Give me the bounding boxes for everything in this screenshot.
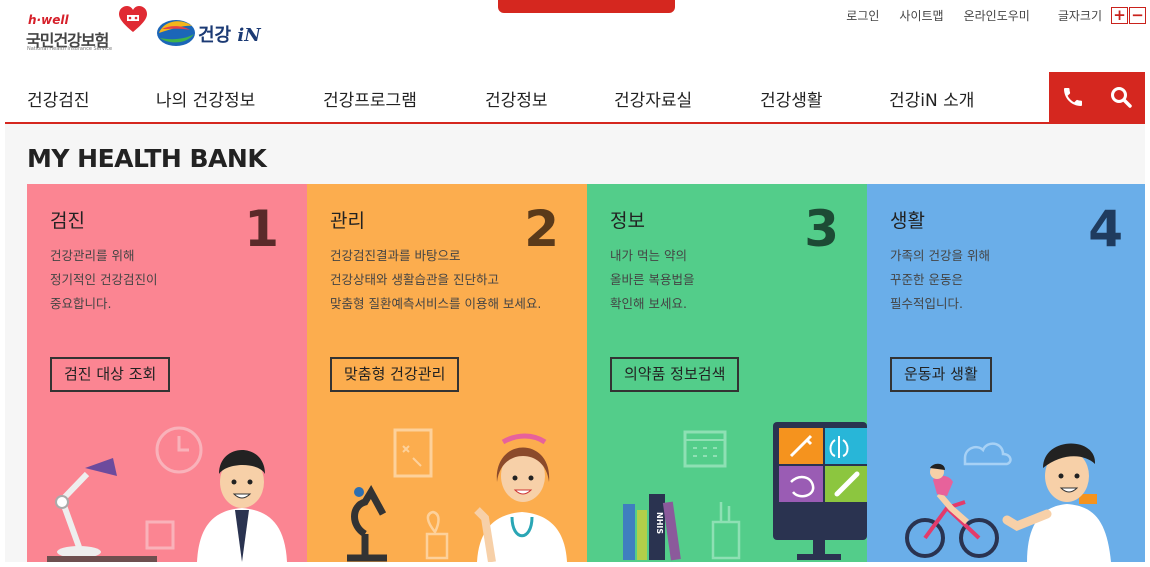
- card-checkup: 검진 1 건강관리를 위해 정기적인 건강검진이 중요합니다. 검진 대상 조회: [27, 184, 307, 562]
- sitemap-link[interactable]: 사이트맵: [899, 7, 943, 24]
- card-number: 3: [804, 200, 839, 258]
- card-description: 가족의 건강을 위해 꾸준한 운동은 필수적입니다.: [890, 248, 990, 311]
- card-number: 1: [244, 200, 279, 258]
- nhis-logo[interactable]: h·well 국민건강보험 National Health Insurance …: [26, 6, 148, 54]
- search-icon: [1111, 87, 1132, 108]
- health-in-logo-text: 건강 iN: [198, 25, 261, 46]
- phone-button[interactable]: [1049, 72, 1097, 122]
- card-number: 4: [1088, 200, 1123, 258]
- my-health-bank-section: MY HEALTH BANK 검진 1 건강관리를 위해 정기적인 건강검진이 …: [5, 124, 1145, 562]
- health-in-logo[interactable]: 건강 iN: [156, 16, 266, 50]
- card-title: 관리: [330, 210, 365, 232]
- search-button[interactable]: [1097, 72, 1145, 122]
- card-title: 생활: [890, 210, 925, 232]
- logo-english-text: National Health Insurance Service: [27, 46, 113, 52]
- card-information: 정보 3 내가 먹는 약의 올바른 복용법을 확인해 보세요. 의약품 정보검색…: [587, 184, 867, 562]
- nav-item-health-info[interactable]: 건강정보: [485, 86, 548, 111]
- card-description: 건강검진결과를 바탕으로 건강상태와 생활습관을 진단하고 맞춤형 질환예측서비…: [330, 248, 542, 311]
- font-size-label: 글자크기: [1057, 9, 1102, 23]
- site-header: h·well 국민건강보험 National Health Insurance …: [0, 0, 1150, 72]
- nav-item-health-program[interactable]: 건강프로그램: [323, 86, 417, 111]
- card-title: 정보: [610, 210, 645, 232]
- utility-menu: 로그인 사이트맵 온라인도우미 글자크기 + −: [826, 7, 1146, 24]
- drug-info-search-button[interactable]: 의약품 정보검색: [610, 357, 740, 392]
- main-nav: 건강검진 나의 건강정보 건강프로그램 건강정보 건강자료실 건강생활 건강iN…: [5, 72, 1145, 124]
- nav-item-checkup[interactable]: 건강검진: [27, 86, 90, 111]
- book-label: NHIS: [655, 512, 664, 534]
- nav-item-about[interactable]: 건강iN 소개: [889, 86, 974, 111]
- section-title: MY HEALTH BANK: [27, 144, 267, 173]
- checkup-target-button[interactable]: 검진 대상 조회: [50, 357, 171, 392]
- online-help-link[interactable]: 온라인도우미: [964, 7, 1030, 24]
- nav-item-health-library[interactable]: 건강자료실: [614, 86, 692, 111]
- font-increase-button[interactable]: +: [1111, 7, 1128, 24]
- nav-item-healthy-life[interactable]: 건강생활: [760, 86, 823, 111]
- card-management: 관리 2 건강검진결과를 바탕으로 건강상태와 생활습관을 진단하고 맞춤형 질…: [307, 184, 587, 562]
- health-in-logo-mark-icon: [157, 20, 195, 46]
- doctor-desk-illustration: [47, 426, 287, 562]
- phone-icon: [1064, 88, 1082, 106]
- nav-item-my-health-info[interactable]: 나의 건강정보: [156, 86, 255, 111]
- custom-health-care-button[interactable]: 맞춤형 건강관리: [330, 357, 460, 392]
- top-accent-bar: [498, 0, 675, 13]
- books-monitor-illustration: NHIS: [623, 422, 867, 561]
- exercise-life-button[interactable]: 운동과 생활: [890, 357, 992, 392]
- login-link[interactable]: 로그인: [846, 7, 879, 24]
- heart-icon: [119, 6, 147, 32]
- card-title: 검진: [50, 210, 85, 232]
- font-decrease-button[interactable]: −: [1129, 7, 1146, 24]
- logo-brand-text: h·well: [28, 13, 69, 27]
- card-description: 내가 먹는 약의 올바른 복용법을 확인해 보세요.: [610, 248, 695, 311]
- card-description: 건강관리를 위해 정기적인 건강검진이 중요합니다.: [50, 248, 158, 311]
- card-lifestyle: 생활 4 가족의 건강을 위해 꾸준한 운동은 필수적입니다. 운동과 생활: [867, 184, 1145, 562]
- nurse-microscope-illustration: [347, 428, 567, 562]
- exercise-illustration: [905, 442, 1111, 562]
